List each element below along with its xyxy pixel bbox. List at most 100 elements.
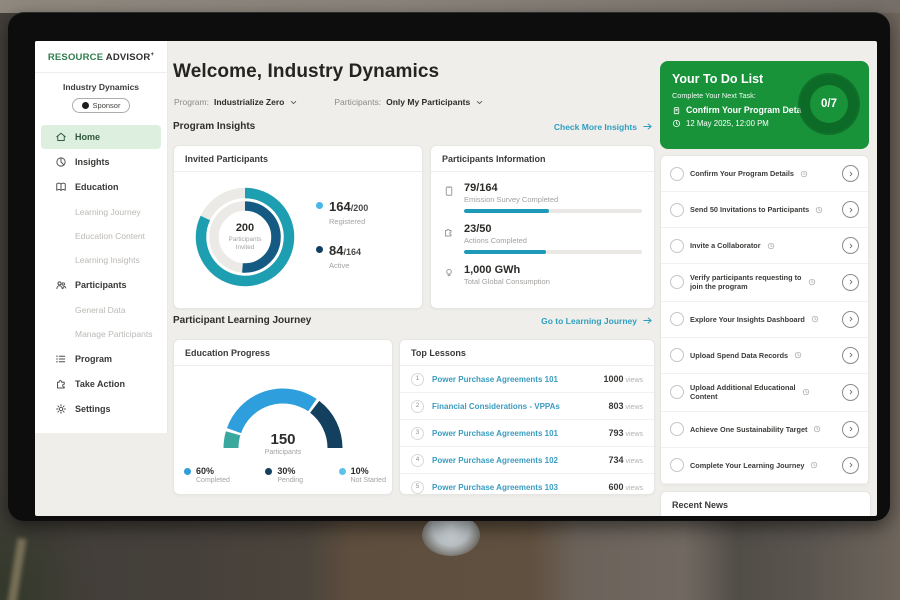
todo-checkbox[interactable] bbox=[670, 312, 684, 326]
sidebar-item-participants[interactable]: Participants bbox=[41, 273, 161, 297]
clock-icon bbox=[767, 242, 775, 250]
lesson-link[interactable]: Power Purchase Agreements 103 bbox=[432, 483, 601, 492]
gauge-center-value: 150 bbox=[202, 431, 364, 448]
sidebar-item-learning-insights[interactable]: Learning Insights bbox=[35, 248, 167, 272]
top-lessons-card: Top Lessons 1 Power Purchase Agreements … bbox=[399, 339, 655, 495]
clock-icon bbox=[802, 388, 810, 396]
todo-open-button[interactable] bbox=[842, 201, 859, 218]
lesson-link[interactable]: Financial Considerations - VPPAs bbox=[432, 402, 601, 411]
todo-item-confirm-your-program-details[interactable]: Confirm Your Program Details bbox=[661, 156, 868, 192]
card-title: Participants Information bbox=[431, 146, 654, 172]
settings-icon bbox=[55, 403, 67, 415]
todo-item-verify-participants-requesting-to[interactable]: Verify participants requesting to join t… bbox=[661, 264, 868, 302]
legend-dot bbox=[265, 468, 272, 475]
todo-open-button[interactable] bbox=[842, 457, 859, 474]
participants-filter[interactable]: Participants: Only My Participants bbox=[334, 97, 484, 107]
sidebar-item-manage-participants[interactable]: Manage Participants bbox=[35, 322, 167, 346]
todo-item-upload-spend-data-records[interactable]: Upload Spend Data Records bbox=[661, 338, 868, 374]
progress-bar bbox=[464, 209, 642, 213]
sidebar-item-education-content[interactable]: Education Content bbox=[35, 224, 167, 248]
progress-bar bbox=[464, 250, 642, 254]
todo-open-button[interactable] bbox=[842, 384, 859, 401]
todo-checkbox[interactable] bbox=[670, 458, 684, 472]
sponsor-badge: Sponsor bbox=[72, 98, 131, 113]
clock-icon bbox=[810, 461, 818, 469]
sidebar-item-program[interactable]: Program bbox=[41, 347, 161, 371]
sidebar-item-education[interactable]: Education bbox=[41, 175, 161, 199]
legend-dot bbox=[184, 468, 191, 475]
todo-checkbox[interactable] bbox=[670, 422, 684, 436]
todo-checkbox[interactable] bbox=[670, 275, 684, 289]
lesson-link[interactable]: Power Purchase Agreements 101 bbox=[432, 429, 601, 438]
lesson-row: 4 Power Purchase Agreements 102 734 view… bbox=[400, 447, 654, 474]
todo-checkbox[interactable] bbox=[670, 239, 684, 253]
photo-background: RESOURCE ADVISOR+ Industry Dynamics Spon… bbox=[0, 0, 900, 600]
todo-open-button[interactable] bbox=[842, 165, 859, 182]
program-filter[interactable]: Program: Industrialize Zero bbox=[174, 97, 298, 107]
lesson-link[interactable]: Power Purchase Agreements 102 bbox=[432, 456, 601, 465]
legend-active: 84/164 Active bbox=[316, 242, 368, 270]
lesson-rank: 4 bbox=[411, 454, 424, 467]
todo-open-button[interactable] bbox=[842, 421, 859, 438]
todo-open-button[interactable] bbox=[842, 237, 859, 254]
card-title: Top Lessons bbox=[400, 340, 654, 366]
todo-open-button[interactable] bbox=[842, 347, 859, 364]
section-title: Participant Learning Journey bbox=[173, 315, 311, 326]
lesson-rank: 2 bbox=[411, 400, 424, 413]
clock-icon bbox=[813, 425, 821, 433]
invited-participants-card: Invited Participants 200 Participants In… bbox=[173, 145, 423, 309]
education-progress-card: Education Progress 150 Participants 60% … bbox=[173, 339, 393, 495]
education-gauge-chart: 150 Participants bbox=[202, 368, 364, 456]
todo-checkbox[interactable] bbox=[670, 203, 684, 217]
learning-journey-header: Participant Learning Journey Go to Learn… bbox=[173, 315, 653, 326]
monitor-screen: RESOURCE ADVISOR+ Industry Dynamics Spon… bbox=[35, 41, 877, 516]
todo-item-achieve-one-sustainability-target[interactable]: Achieve One Sustainability Target bbox=[661, 412, 868, 448]
invited-donut-chart: 200 Participants Invited bbox=[190, 182, 300, 292]
consumption-icon bbox=[443, 267, 455, 279]
gauge-legend-completed: 60% Completed bbox=[184, 466, 230, 484]
lesson-views: 600 views bbox=[609, 482, 643, 492]
education-icon bbox=[55, 181, 67, 193]
todo-item-invite-a-collaborator[interactable]: Invite a Collaborator bbox=[661, 228, 868, 264]
todo-item-upload-additional-educational[interactable]: Upload Additional Educational Content bbox=[661, 374, 868, 412]
todo-open-button[interactable] bbox=[842, 274, 859, 291]
gauge-legend-not-started: 10% Not Started bbox=[339, 466, 386, 484]
lesson-row: 2 Financial Considerations - VPPAs 803 v… bbox=[400, 393, 654, 420]
arrow-right-icon bbox=[642, 315, 653, 326]
todo-summary-card: Your To Do List Complete Your Next Task:… bbox=[660, 61, 869, 149]
todo-checkbox[interactable] bbox=[670, 167, 684, 181]
card-title: Invited Participants bbox=[174, 146, 422, 172]
sidebar-item-home[interactable]: Home bbox=[41, 125, 161, 149]
sidebar-item-settings[interactable]: Settings bbox=[41, 397, 161, 421]
todo-item-explore-your-insights-dashboard[interactable]: Explore Your Insights Dashboard bbox=[661, 302, 868, 338]
lesson-views: 1000 views bbox=[604, 374, 643, 384]
clock-icon bbox=[794, 351, 802, 359]
donut-legend: 164/200 Registered 84/164 Active bbox=[316, 198, 368, 286]
insights-icon bbox=[55, 156, 67, 168]
sidebar-item-take-action[interactable]: Take Action bbox=[41, 372, 161, 396]
stat-emission-survey-completed: 79/164 Emission Survey Completed bbox=[443, 182, 642, 213]
lesson-link[interactable]: Power Purchase Agreements 101 bbox=[432, 375, 596, 384]
check-more-insights-link[interactable]: Check More Insights bbox=[554, 121, 653, 132]
sidebar-item-insights[interactable]: Insights bbox=[41, 150, 161, 174]
donut-center-label: Participants Invited bbox=[219, 236, 271, 252]
chevron-right-icon bbox=[847, 461, 855, 469]
todo-item-send-50-invitations-to-participants[interactable]: Send 50 Invitations to Participants bbox=[661, 192, 868, 228]
chevron-down-icon bbox=[289, 98, 298, 107]
go-to-learning-journey-link[interactable]: Go to Learning Journey bbox=[541, 315, 653, 326]
gauge-legend-pending: 30% Pending bbox=[265, 466, 303, 484]
sidebar-item-learning-journey[interactable]: Learning Journey bbox=[35, 200, 167, 224]
todo-item-complete-your-learning-journey[interactable]: Complete Your Learning Journey bbox=[661, 448, 868, 484]
chevron-right-icon bbox=[847, 351, 855, 359]
take-action-icon bbox=[55, 378, 67, 390]
todo-open-button[interactable] bbox=[842, 311, 859, 328]
todo-checkbox[interactable] bbox=[670, 348, 684, 362]
stat-actions-completed: 23/50 Actions Completed bbox=[443, 223, 642, 254]
survey-icon bbox=[443, 185, 455, 197]
stat-label: Total Global Consumption bbox=[464, 277, 642, 286]
sidebar-item-general-data[interactable]: General Data bbox=[35, 298, 167, 322]
legend-dot bbox=[339, 468, 346, 475]
chevron-down-icon bbox=[475, 98, 484, 107]
legend-dot bbox=[316, 246, 323, 253]
todo-checkbox[interactable] bbox=[670, 385, 684, 399]
